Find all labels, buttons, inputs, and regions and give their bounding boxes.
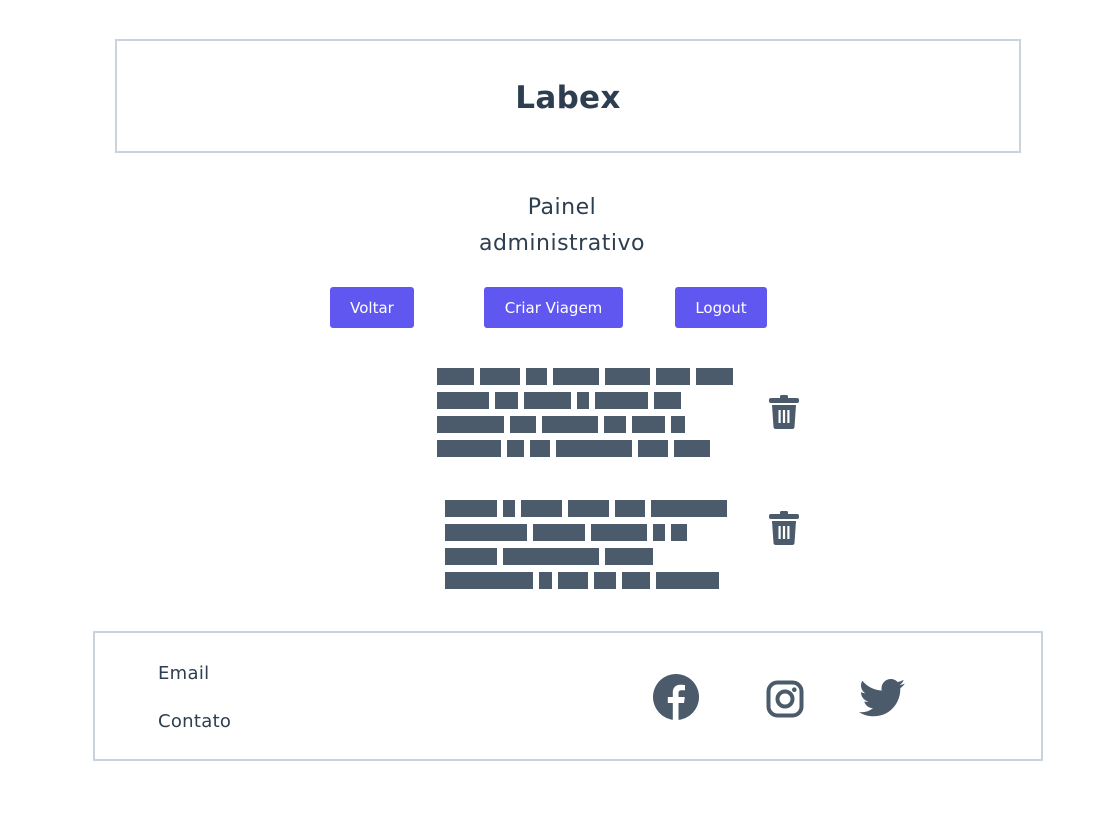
redacted-word — [651, 499, 727, 517]
redacted-word — [615, 499, 645, 517]
redacted-text-line — [445, 568, 733, 592]
redacted-word — [605, 547, 653, 565]
redacted-word — [604, 415, 626, 433]
redacted-word — [605, 367, 650, 385]
instagram-icon[interactable] — [766, 680, 804, 718]
redacted-word — [556, 439, 632, 457]
redacted-word — [445, 499, 497, 517]
trip-name — [437, 364, 739, 460]
footer-link-email[interactable]: Email — [158, 663, 209, 684]
redacted-word — [437, 415, 504, 433]
redacted-word — [539, 571, 552, 589]
redacted-word — [696, 367, 733, 385]
redacted-word — [507, 439, 524, 457]
redacted-text-line — [445, 496, 733, 520]
redacted-word — [656, 571, 719, 589]
redacted-word — [577, 391, 589, 409]
redacted-word — [495, 391, 518, 409]
site-header: Labex — [115, 39, 1021, 153]
redacted-word — [653, 523, 665, 541]
redacted-word — [524, 391, 571, 409]
redacted-word — [622, 571, 650, 589]
redacted-word — [558, 571, 588, 589]
redacted-word — [480, 367, 520, 385]
page-title: Painel administrativo — [479, 195, 645, 256]
redacted-word — [638, 439, 668, 457]
redacted-word — [595, 391, 648, 409]
redacted-word — [510, 415, 536, 433]
redacted-text-line — [437, 364, 739, 388]
trip-name — [445, 496, 733, 592]
redacted-text-line — [445, 544, 733, 568]
trash-icon[interactable] — [769, 511, 799, 545]
redacted-word — [503, 499, 515, 517]
redacted-word — [656, 367, 690, 385]
redacted-word — [445, 571, 533, 589]
trip-list-item[interactable] — [0, 364, 1120, 464]
redacted-word — [437, 367, 474, 385]
trip-list-item[interactable] — [0, 496, 1120, 596]
back-button[interactable]: Voltar — [330, 287, 414, 328]
redacted-word — [503, 547, 599, 565]
redacted-word — [445, 523, 527, 541]
redacted-word — [591, 523, 647, 541]
redacted-word — [671, 415, 685, 433]
footer-link-contato[interactable]: Contato — [158, 711, 231, 732]
redacted-word — [437, 391, 489, 409]
redacted-text-line — [437, 388, 739, 412]
redacted-text-line — [437, 412, 739, 436]
redacted-word — [445, 547, 497, 565]
facebook-icon[interactable] — [653, 674, 699, 720]
redacted-word — [632, 415, 665, 433]
logout-button[interactable]: Logout — [675, 287, 767, 328]
redacted-word — [654, 391, 681, 409]
redacted-word — [542, 415, 598, 433]
redacted-word — [530, 439, 550, 457]
redacted-text-line — [437, 436, 739, 460]
redacted-word — [594, 571, 616, 589]
redacted-word — [671, 523, 687, 541]
redacted-word — [674, 439, 710, 457]
redacted-word — [521, 499, 562, 517]
redacted-word — [526, 367, 547, 385]
site-footer: Email Contato — [93, 631, 1043, 761]
twitter-icon[interactable] — [859, 679, 905, 717]
redacted-word — [437, 439, 501, 457]
site-title: Labex — [515, 80, 621, 116]
trash-icon[interactable] — [769, 395, 799, 429]
create-trip-button[interactable]: Criar Viagem — [484, 287, 623, 328]
redacted-word — [533, 523, 585, 541]
redacted-word — [553, 367, 599, 385]
redacted-text-line — [445, 520, 733, 544]
redacted-word — [568, 499, 609, 517]
